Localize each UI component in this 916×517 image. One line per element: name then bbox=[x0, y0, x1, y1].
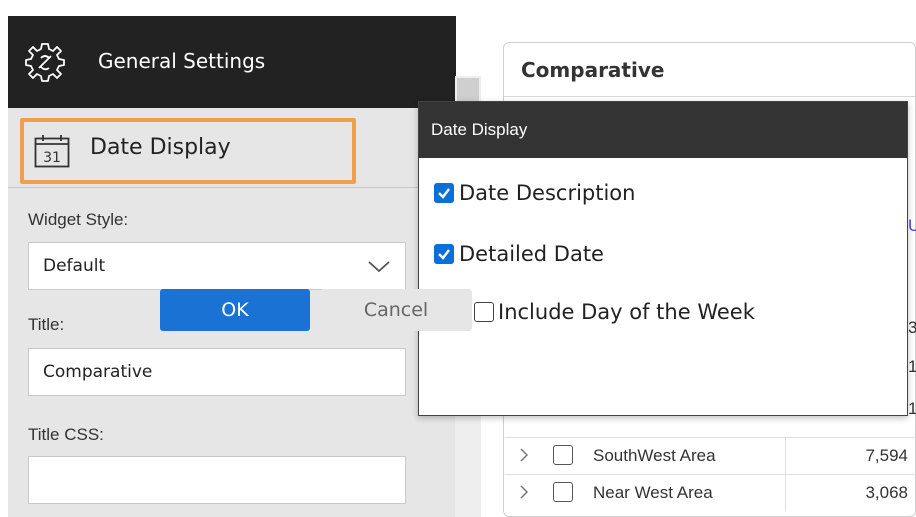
widget-style-select[interactable]: Default bbox=[28, 242, 406, 290]
divider bbox=[8, 187, 456, 188]
row-name: SouthWest Area bbox=[593, 446, 716, 465]
date-description-label[interactable]: Date Description bbox=[459, 181, 635, 205]
date-display-dialog: Date Display Date Description Detailed D… bbox=[418, 101, 908, 416]
row-value: 7,594 bbox=[865, 446, 908, 465]
title-input-value: Comparative bbox=[43, 362, 153, 382]
dialog-title: Date Display bbox=[431, 120, 528, 139]
date-display-label: Date Display bbox=[90, 135, 231, 160]
cell-divider bbox=[785, 475, 786, 511]
chevron-down-icon bbox=[368, 261, 390, 273]
detailed-date-checkbox[interactable] bbox=[434, 244, 454, 264]
row-value: 3,068 bbox=[865, 483, 908, 502]
calendar-day: 31 bbox=[43, 150, 61, 166]
divider bbox=[504, 96, 916, 97]
chevron-right-icon[interactable] bbox=[519, 485, 529, 499]
title-css-label: Title CSS: bbox=[28, 425, 104, 444]
widget-title: Comparative bbox=[521, 58, 665, 82]
gear-icon bbox=[25, 43, 65, 82]
cell-partial: 3 bbox=[908, 318, 916, 337]
include-day-of-week-label[interactable]: Include Day of the Week bbox=[498, 300, 755, 324]
row-checkbox[interactable] bbox=[553, 445, 573, 465]
cell-divider bbox=[785, 438, 786, 474]
date-description-checkbox[interactable] bbox=[434, 183, 454, 203]
title-css-input[interactable] bbox=[28, 456, 406, 504]
detailed-date-label[interactable]: Detailed Date bbox=[459, 242, 604, 266]
row-name: Near West Area bbox=[593, 483, 713, 502]
cell-partial: 1 bbox=[908, 357, 916, 376]
ok-button[interactable]: OK bbox=[160, 289, 310, 331]
chevron-right-icon[interactable] bbox=[519, 448, 529, 462]
table-row[interactable]: SouthWest Area 7,594 bbox=[505, 437, 916, 474]
app-root: General Settings 31 Date Display Widget … bbox=[0, 0, 916, 517]
checkmark-icon bbox=[438, 249, 450, 260]
row-checkbox[interactable] bbox=[553, 482, 573, 502]
widget-style-value: Default bbox=[43, 256, 106, 276]
general-settings-header[interactable]: General Settings bbox=[8, 16, 456, 108]
calendar-icon: 31 bbox=[34, 135, 70, 168]
checkmark-icon bbox=[438, 188, 450, 199]
column-header-partial: Ur bbox=[908, 216, 916, 235]
widget-style-label: Widget Style: bbox=[28, 210, 129, 229]
general-settings-title: General Settings bbox=[98, 49, 266, 73]
title-label: Title: bbox=[28, 315, 65, 334]
title-input[interactable]: Comparative bbox=[28, 348, 406, 396]
dialog-header: Date Display bbox=[419, 102, 907, 158]
date-display-section[interactable]: 31 Date Display bbox=[20, 118, 356, 184]
table-row[interactable]: Near West Area 3,068 bbox=[505, 474, 916, 511]
cancel-button[interactable]: Cancel bbox=[320, 289, 472, 331]
include-day-of-week-checkbox[interactable] bbox=[474, 302, 494, 322]
cell-partial: 1 bbox=[908, 399, 916, 418]
